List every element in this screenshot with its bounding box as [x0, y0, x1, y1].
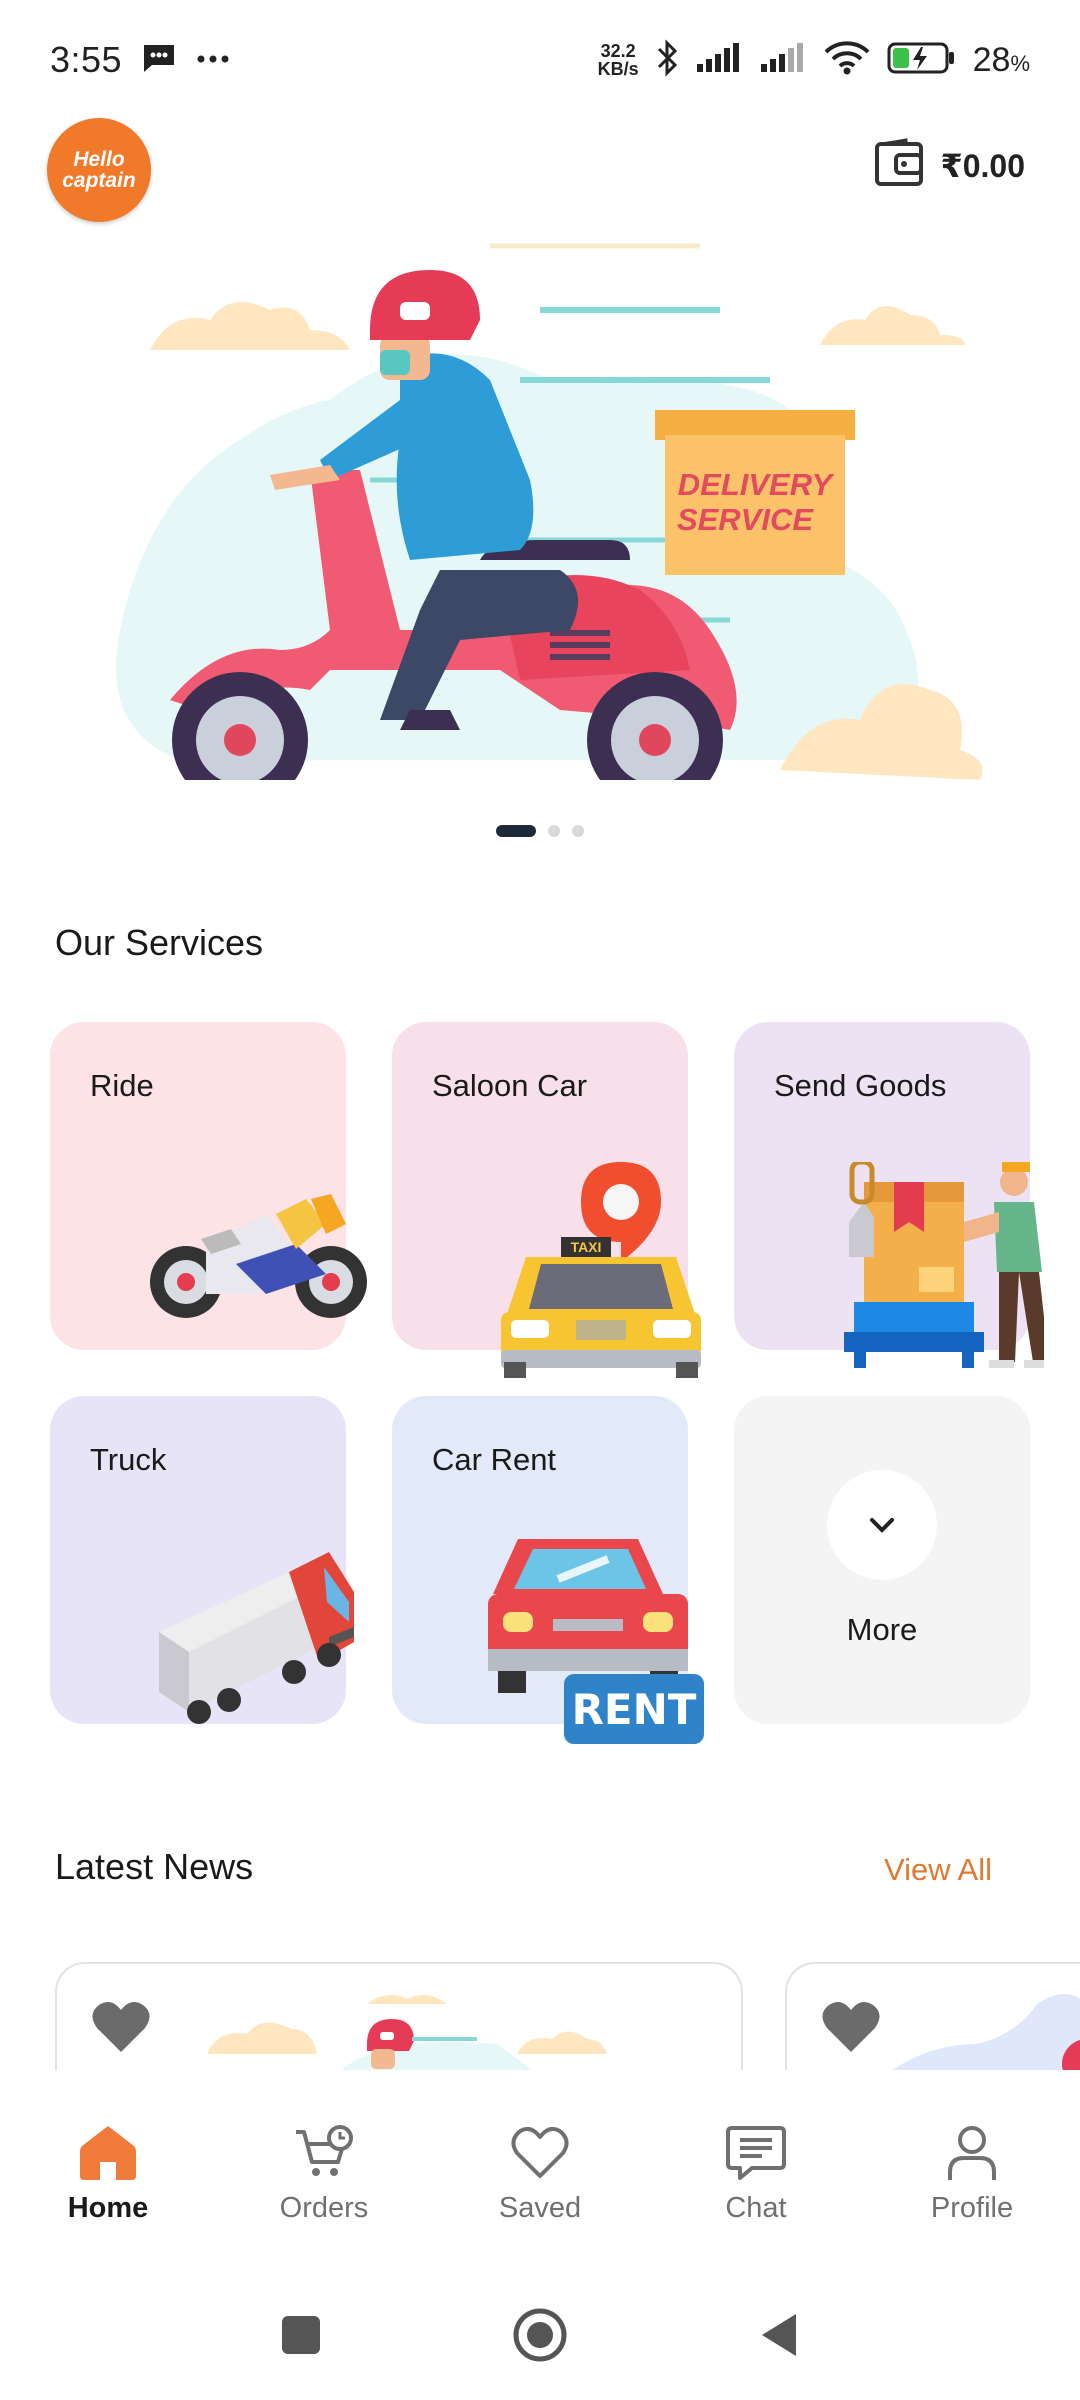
- battery-icon: [887, 41, 957, 80]
- recent-apps-button[interactable]: [280, 2314, 322, 2356]
- logo-text: Hello captain: [62, 149, 136, 191]
- rent-sign: RENT: [572, 1685, 697, 1734]
- home-icon: [80, 2126, 136, 2180]
- message-notification-icon: [142, 43, 176, 78]
- service-label-more: More: [846, 1612, 918, 1647]
- wallet-icon: [874, 138, 926, 193]
- battery-percentage: 28%: [973, 41, 1030, 80]
- signal-strength-2-icon: [759, 42, 807, 79]
- news-card[interactable]: [55, 1962, 743, 2070]
- nav-label-profile: Profile: [930, 2192, 1014, 2224]
- pagination-dot-3[interactable]: [572, 825, 584, 837]
- network-speed-value: 32.2: [600, 41, 636, 61]
- signal-strength-icon: [695, 42, 743, 79]
- service-card-truck[interactable]: Truck: [50, 1396, 354, 1724]
- service-label-saloon-car: Saloon Car: [432, 1068, 588, 1103]
- box-line1: DELIVERY: [678, 467, 836, 502]
- view-all-link[interactable]: View All: [884, 1852, 992, 1888]
- nav-home[interactable]: Home: [0, 2070, 216, 2270]
- service-card-saloon-car[interactable]: Saloon Car TAXI: [392, 1022, 701, 1378]
- network-speed-unit: KB/s: [597, 59, 639, 79]
- nav-label-saved: Saved: [498, 2192, 582, 2224]
- taxi-sign: TAXI: [571, 1239, 602, 1255]
- nav-orders[interactable]: Orders: [216, 2070, 432, 2270]
- favorite-heart-icon[interactable]: [91, 2000, 151, 2055]
- favorite-heart-icon[interactable]: [821, 2000, 881, 2055]
- banner-pagination: [0, 825, 1080, 837]
- heart-icon: [511, 2126, 569, 2178]
- service-label-car-rent: Car Rent: [432, 1442, 557, 1477]
- news-thumbnail: [207, 1995, 607, 2070]
- cart-icon: [296, 2125, 353, 2176]
- chat-icon: [726, 2126, 786, 2180]
- news-thumbnail: [892, 1994, 1080, 2070]
- motorbike-icon: [150, 1194, 367, 1318]
- service-label-send-goods: Send Goods: [774, 1068, 947, 1103]
- service-card-more[interactable]: More: [734, 1396, 1030, 1724]
- status-time: 3:55: [50, 39, 123, 80]
- service-card-car-rent[interactable]: Car Rent RENT: [392, 1396, 704, 1744]
- more-circle[interactable]: [827, 1470, 937, 1580]
- taxi-icon: TAXI: [501, 1162, 701, 1378]
- profile-icon: [948, 2126, 996, 2180]
- logo-text-line2: captain: [62, 169, 136, 192]
- battery-value: 28: [972, 40, 1011, 79]
- news-title: Latest News: [55, 1846, 254, 1887]
- send-goods-icon: [844, 1162, 1044, 1368]
- truck-icon: [159, 1552, 354, 1724]
- delivery-scooter-illustration: DELIVERY SERVICE: [80, 243, 1000, 808]
- bottom-navigation: Home Orders Saved Chat Profile: [0, 2070, 1080, 2270]
- bluetooth-icon: [655, 38, 679, 82]
- chevron-down-icon: [870, 1518, 894, 1533]
- status-bar: 3:55 32.2 KB/s 28%: [0, 0, 1080, 120]
- nav-label-home: Home: [67, 2192, 149, 2224]
- service-card-ride[interactable]: Ride: [50, 1022, 367, 1350]
- service-label-truck: Truck: [90, 1442, 167, 1477]
- battery-unit: %: [1010, 50, 1030, 76]
- app-header: Hello captain ₹0.00: [0, 118, 1080, 224]
- pagination-dot-1[interactable]: [496, 825, 536, 837]
- nav-chat[interactable]: Chat: [648, 2070, 864, 2270]
- logo-text-line1: Hello: [73, 148, 125, 171]
- news-carousel: [0, 1960, 1080, 2070]
- system-navigation-bar: [0, 2280, 1080, 2390]
- wallet-balance: ₹0.00: [940, 147, 1025, 184]
- box-line2: SERVICE: [677, 502, 814, 537]
- pagination-dot-2[interactable]: [548, 825, 560, 837]
- nav-saved[interactable]: Saved: [432, 2070, 648, 2270]
- hello-captain-logo[interactable]: Hello captain: [47, 118, 151, 222]
- back-button[interactable]: [758, 2312, 800, 2358]
- more-notifications-icon: [196, 51, 230, 69]
- services-title: Our Services: [55, 922, 264, 963]
- wifi-icon: [823, 40, 871, 81]
- network-speed: 32.2 KB/s: [598, 42, 639, 78]
- service-card-send-goods[interactable]: Send Goods: [734, 1022, 1044, 1368]
- nav-label-chat: Chat: [725, 2192, 787, 2224]
- nav-label-orders: Orders: [279, 2192, 369, 2224]
- wallet-button[interactable]: ₹0.00: [874, 138, 1025, 193]
- news-card[interactable]: [785, 1962, 1080, 2070]
- nav-profile[interactable]: Profile: [864, 2070, 1080, 2270]
- rental-car-icon: RENT: [488, 1539, 704, 1744]
- promo-banner[interactable]: DELIVERY SERVICE: [80, 240, 1000, 808]
- service-label-ride: Ride: [90, 1068, 154, 1103]
- home-system-button[interactable]: [512, 2307, 568, 2363]
